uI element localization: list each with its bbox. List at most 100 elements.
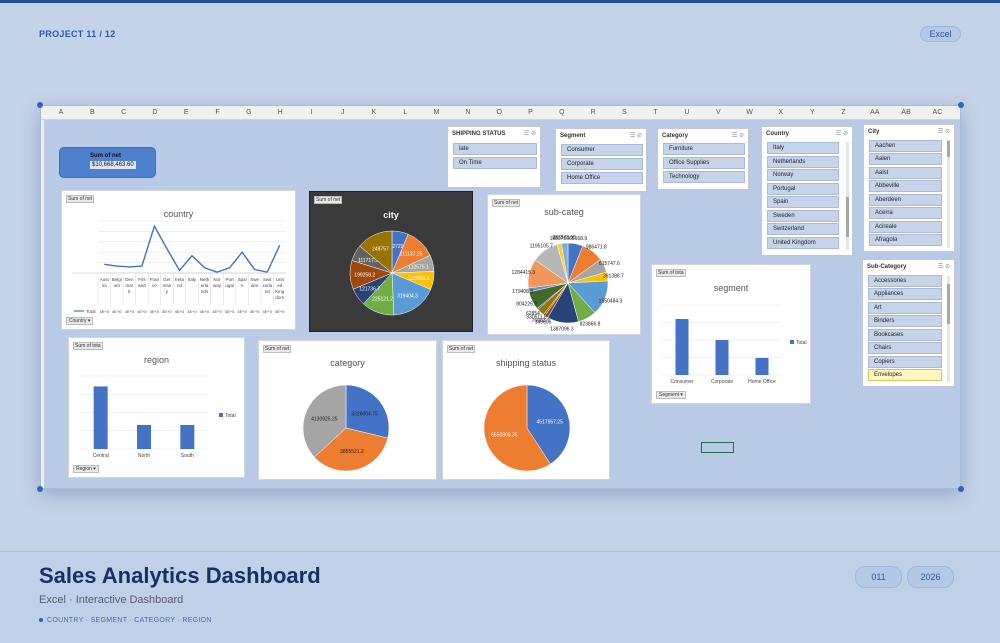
slicer-item[interactable]: Aalen	[869, 153, 942, 165]
slicer-item[interactable]: Binders	[868, 315, 942, 327]
slicer-item[interactable]: Portugal	[767, 183, 839, 195]
country-filter-button[interactable]: Country ▾	[66, 317, 94, 325]
kpi-card[interactable]: Sum of net $10,668,463.60	[59, 147, 156, 178]
slicer-item[interactable]: Furniture	[663, 143, 745, 155]
chart-region[interactable]: Sum of tota region Central North South Tota…	[68, 337, 245, 478]
slicer-item[interactable]: Bookcases	[868, 329, 942, 341]
slicer-sub-category[interactable]: Sub-Category ☰ ⊘ Accessories Appliances …	[862, 259, 955, 387]
slicer-category[interactable]: Category ☰ ⊘ Furniture Office Supplies T…	[657, 128, 749, 190]
slicer-item[interactable]: Aalst	[869, 167, 942, 179]
project-number-badge[interactable]: 011	[855, 566, 902, 588]
slicer-item[interactable]: Aachen	[869, 140, 942, 152]
slicer-item[interactable]: Corporate	[561, 158, 643, 170]
chart-sub-category[interactable]: Sum of net sub-categ 665168.9 986471.8 615…	[487, 194, 641, 335]
column-header-cell[interactable]: E	[184, 109, 189, 116]
column-header-cell[interactable]: I	[310, 109, 312, 116]
slicer-item[interactable]: Acerra	[869, 207, 942, 219]
column-header-cell[interactable]: J	[341, 109, 345, 116]
column-header-cell[interactable]: T	[654, 109, 658, 116]
slicer-item[interactable]: Accessories	[868, 275, 942, 287]
column-header-cell[interactable]: W	[746, 109, 753, 116]
slicer-item[interactable]: Consumer	[561, 144, 643, 156]
slicer-item[interactable]: Acireale	[869, 221, 942, 233]
excel-badge[interactable]: Excel	[920, 26, 961, 42]
column-header-cell[interactable]: O	[496, 109, 501, 116]
column-header-cell[interactable]: V	[716, 109, 721, 116]
slicer-item[interactable]: late	[453, 143, 537, 155]
multi-select-and-clear-filter-icons[interactable]: ☰ ⊘	[732, 132, 744, 139]
multi-select-and-clear-filter-icons[interactable]: ☰ ⊘	[630, 132, 642, 139]
kpi-label: Sum of net	[90, 153, 121, 159]
slicer-city[interactable]: City ☰ ⊘ Aachen Aalen Aalst Abbeville Ab…	[863, 124, 955, 252]
column-header-cell[interactable]: AA	[870, 109, 879, 116]
column-header-cell[interactable]: R	[591, 109, 596, 116]
column-header-cell[interactable]: L	[403, 109, 407, 116]
slicer-item[interactable]: Abbeville	[869, 180, 942, 192]
slicer-item[interactable]: Copiers	[868, 356, 942, 368]
multi-select-and-clear-filter-icons[interactable]: ☰ ⊘	[524, 130, 536, 137]
chart-category[interactable]: Sum of net category 3226004.75 3855521.2 4…	[258, 340, 437, 480]
multi-select-and-clear-filter-icons[interactable]: ☰ ⊘	[938, 263, 950, 270]
slicer-item[interactable]: Art	[868, 302, 942, 314]
slicer-segment[interactable]: Segment ☰ ⊘ Consumer Corporate Home Offi…	[555, 128, 647, 192]
column-header-cell[interactable]: Z	[841, 109, 845, 116]
column-header-cell[interactable]: M	[434, 109, 440, 116]
slicer-item[interactable]: Norway	[767, 169, 839, 181]
column-header-cell[interactable]: Q	[559, 109, 564, 116]
slicer-item[interactable]: Italy	[767, 142, 839, 154]
chart-city[interactable]: Sum of net city 112729.9 211137.25 112575.…	[309, 191, 473, 332]
column-header-cell[interactable]: Y	[810, 109, 815, 116]
slicer-scrollbar-thumb[interactable]	[947, 284, 950, 324]
multi-select-and-clear-filter-icons[interactable]: ☰ ⊘	[836, 130, 848, 137]
slicer-item[interactable]: Spain	[767, 196, 839, 208]
multi-select-and-clear-filter-icons[interactable]: ☰ ⊘	[938, 128, 950, 135]
slicer-item[interactable]: United Kingdom	[767, 237, 839, 249]
slicer-item[interactable]: Sweden	[767, 210, 839, 222]
column-header-cell[interactable]: K	[372, 109, 377, 116]
slicer-item[interactable]: Aberdeen	[869, 194, 942, 206]
slicer-scrollbar-thumb[interactable]	[947, 141, 950, 157]
slicer-item[interactable]: Technology	[663, 171, 745, 183]
resize-handle[interactable]	[37, 486, 43, 492]
resize-handle[interactable]	[958, 486, 964, 492]
slicer-item-selected[interactable]: Envelopes	[868, 369, 942, 381]
column-header-cell[interactable]: X	[779, 109, 784, 116]
region-filter-button[interactable]: Region ▾	[73, 465, 99, 473]
column-header-cell[interactable]: F	[215, 109, 219, 116]
column-header-cell[interactable]: AB	[901, 109, 910, 116]
slicer-item[interactable]: On Time	[453, 157, 537, 169]
slicer-item[interactable]: Chairs	[868, 342, 942, 354]
column-header-cell[interactable]: D	[152, 109, 157, 116]
resize-handle[interactable]	[958, 102, 964, 108]
chart-shipping-status[interactable]: Sum of net shipping status 4517957.25 655…	[442, 340, 610, 480]
slicer-item[interactable]: Netherlands	[767, 156, 839, 168]
slicer-item[interactable]: Afragola	[869, 234, 942, 246]
dashboard-kind: Interactive Dashboard	[75, 594, 184, 606]
column-header-cell[interactable]: H	[278, 109, 283, 116]
slicer-item[interactable]: Switzerland	[767, 223, 839, 235]
resize-handle[interactable]	[37, 102, 43, 108]
data-label: 1195105.7	[530, 244, 553, 250]
column-header-cell[interactable]: P	[528, 109, 533, 116]
column-header-cell[interactable]: U	[684, 109, 689, 116]
slicer-scrollbar-thumb[interactable]	[846, 197, 849, 237]
slicer-country[interactable]: Country ☰ ⊘ Italy Netherlands Norway Por…	[761, 126, 853, 256]
slicer-item[interactable]: Appliances	[868, 288, 942, 300]
column-header-cell[interactable]: A	[59, 109, 64, 116]
slicer-shipping-status[interactable]: SHIPPING STATUS ☰ ⊘ late On Time	[447, 126, 541, 188]
slicer-item[interactable]: Office Supplies	[663, 157, 745, 169]
column-header-cell[interactable]: AC	[933, 109, 943, 116]
slicer-item[interactable]: Home Office	[561, 172, 643, 184]
year-badge[interactable]: 2026	[907, 566, 954, 588]
x-tick-label: nds	[201, 289, 209, 294]
selected-cell[interactable]	[701, 442, 734, 453]
column-header-cell[interactable]: N	[465, 109, 470, 116]
column-header-cell[interactable]: B	[90, 109, 95, 116]
column-header-cell[interactable]: S	[622, 109, 627, 116]
chart-segment[interactable]: Sum of tota segment Consumer Corporate Hom…	[651, 264, 811, 404]
column-header-cell[interactable]: G	[246, 109, 251, 116]
chart-country[interactable]: Sum of net country Aust ria 4E+0 Belgi um 4E+…	[61, 190, 296, 330]
column-header-cell[interactable]: C	[121, 109, 126, 116]
segment-filter-button[interactable]: Segment ▾	[656, 391, 686, 399]
keyword-line: COUNTRY · SEGMENT · CATEGORY · REGION	[39, 617, 212, 624]
